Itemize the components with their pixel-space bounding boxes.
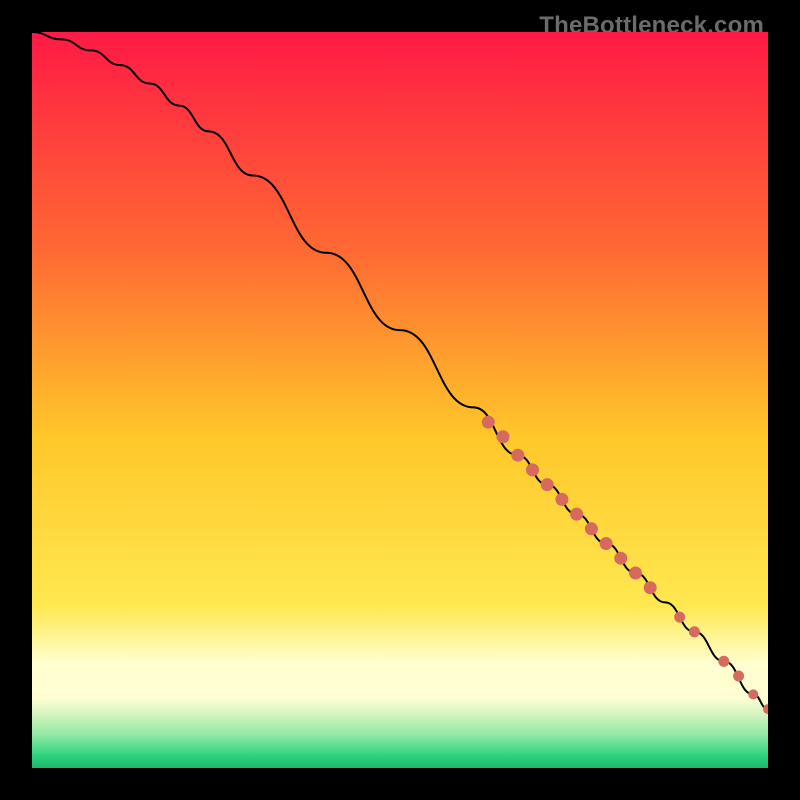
highlight-dot xyxy=(644,582,656,594)
highlight-dot xyxy=(527,464,539,476)
highlight-dot xyxy=(630,567,642,579)
highlight-dot xyxy=(541,479,553,491)
highlight-dot xyxy=(734,671,744,681)
highlight-dot xyxy=(615,552,627,564)
highlight-dot xyxy=(497,431,509,443)
plot-area xyxy=(32,32,768,768)
highlight-dot xyxy=(556,493,568,505)
highlight-dot xyxy=(749,690,758,699)
highlight-dot xyxy=(689,627,699,637)
highlight-dot xyxy=(585,523,597,535)
curve-line xyxy=(32,32,768,709)
chart-svg xyxy=(32,32,768,768)
highlight-dot xyxy=(764,705,769,714)
highlight-dot xyxy=(675,612,685,622)
highlight-dot xyxy=(719,656,729,666)
chart-frame: TheBottleneck.com xyxy=(0,0,800,800)
highlight-dot xyxy=(482,416,494,428)
highlight-dot xyxy=(512,449,524,461)
highlight-dot xyxy=(600,538,612,550)
highlight-dot xyxy=(571,508,583,520)
